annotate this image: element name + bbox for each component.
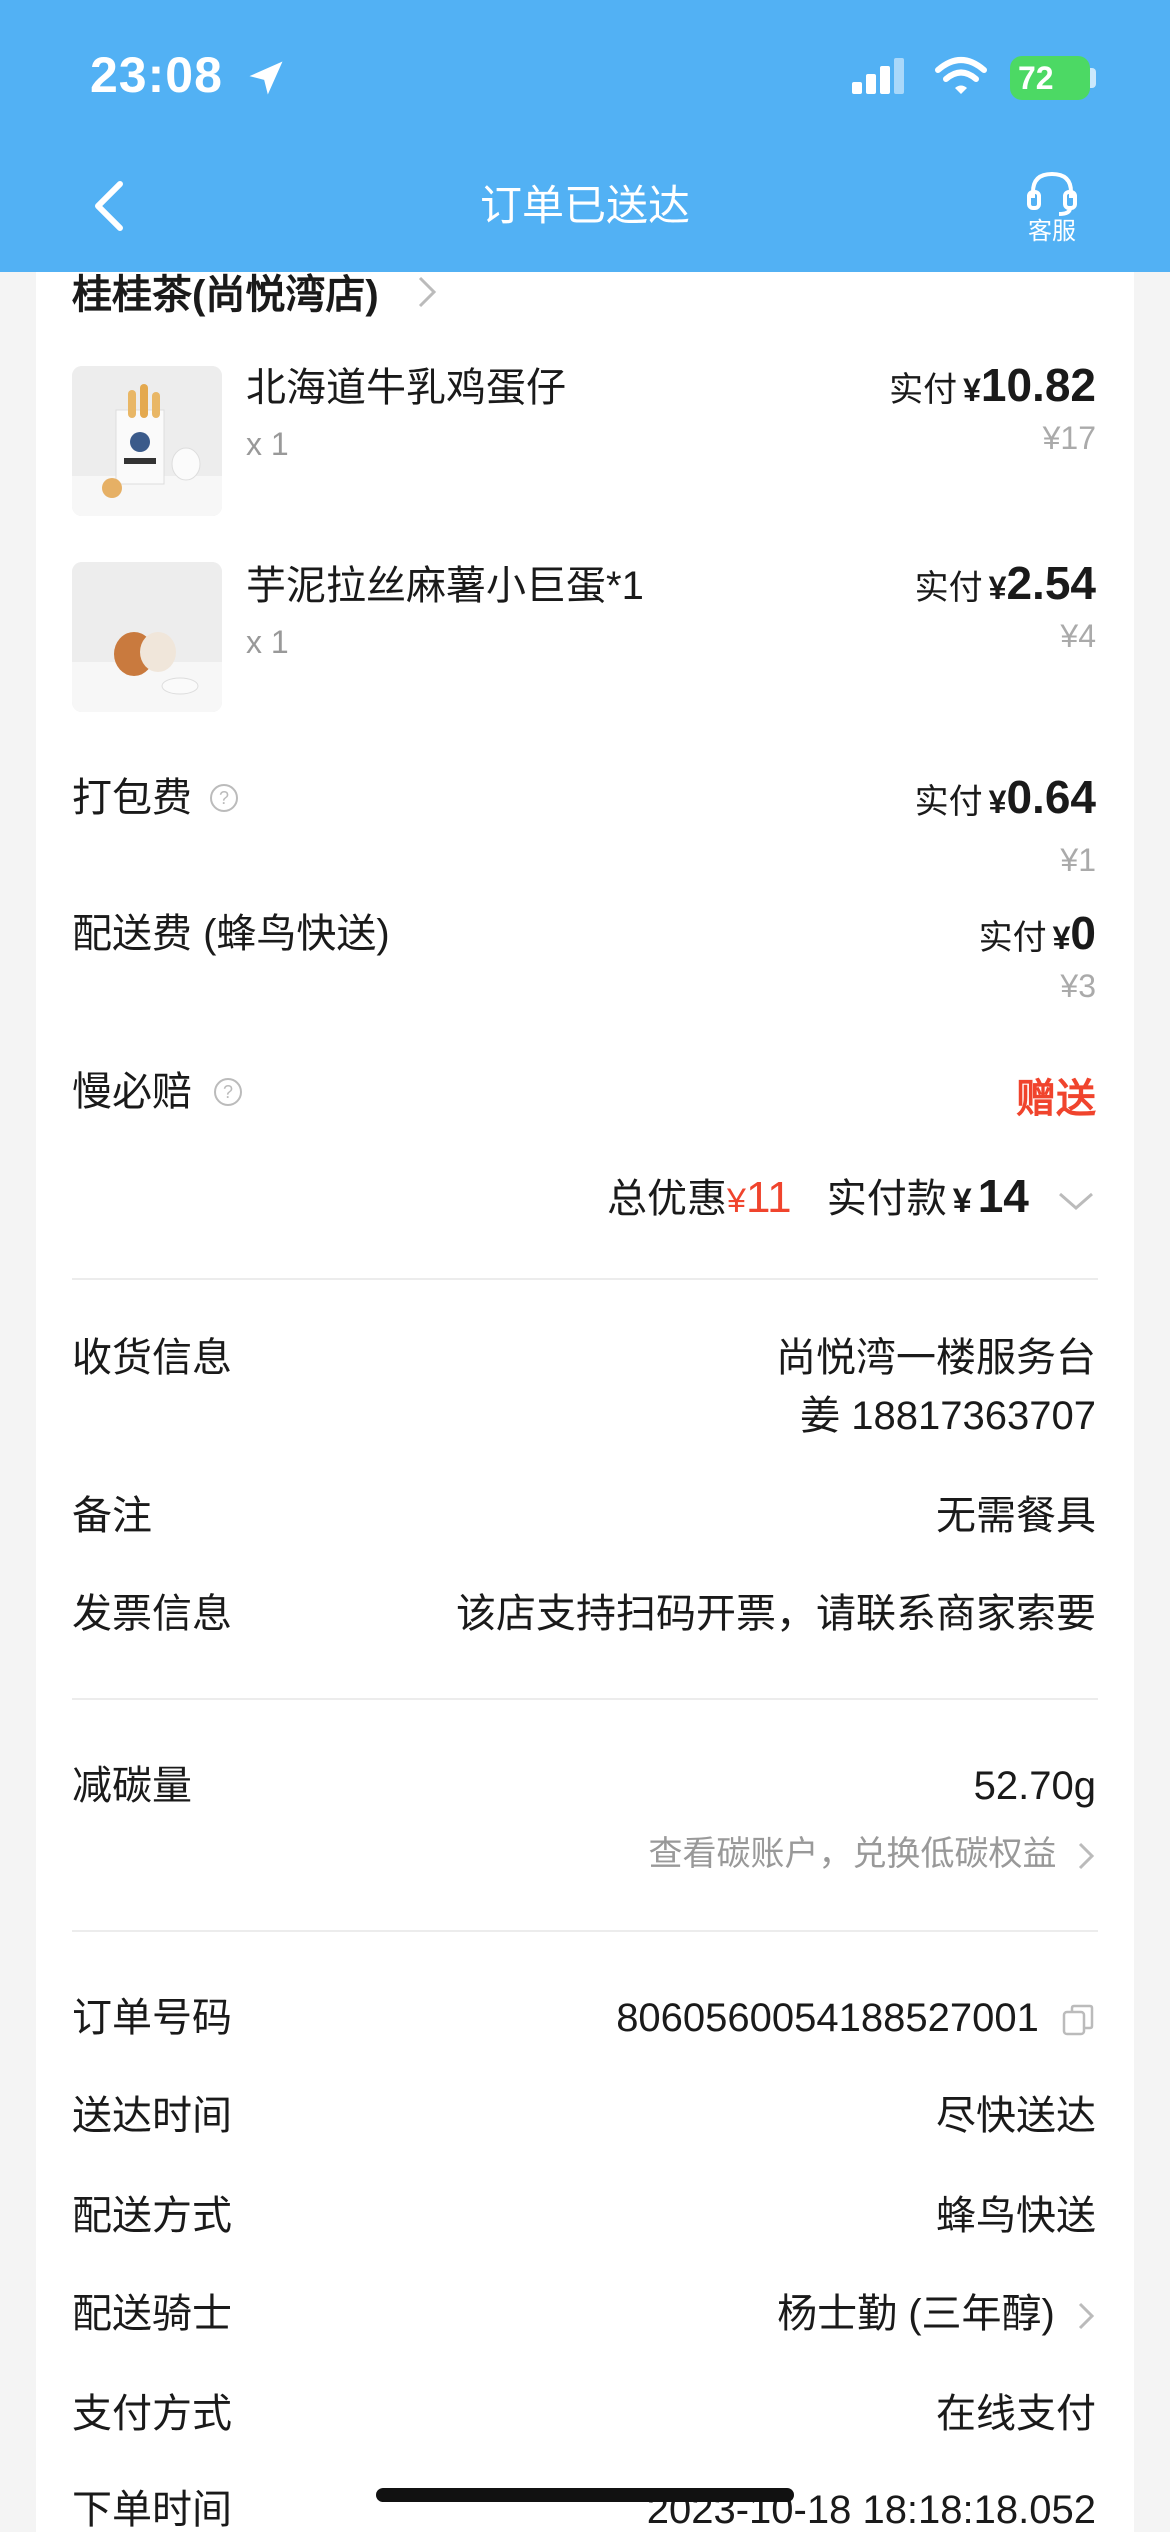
item-quantity: x 1	[246, 426, 289, 462]
arrival-time-value: 尽快送达	[936, 2094, 1096, 2138]
arrival-time-label: 送达时间	[72, 2094, 232, 2138]
payment-method-label: 支付方式	[72, 2392, 232, 2436]
paid-label: 实付	[889, 371, 958, 409]
order-number-value: 8060560054188527001	[616, 1996, 1039, 2040]
note-label: 备注	[72, 1494, 152, 1538]
paid-total-currency: ¥	[952, 1182, 972, 1220]
battery-indicator: 72	[1010, 56, 1090, 100]
note-value: 无需餐具	[936, 1494, 1096, 1538]
item-name: 芋泥拉丝麻薯小巨蛋*1	[246, 564, 644, 608]
section-divider	[72, 1278, 1098, 1280]
section-divider	[72, 1930, 1098, 1932]
rider-value[interactable]: 杨士勤 (三年醇)	[777, 2286, 1096, 2342]
order-time-label: 下单时间	[72, 2488, 232, 2532]
packing-fee-paid: 实付 ¥0.64	[915, 770, 1096, 824]
help-icon[interactable]: ?	[212, 1076, 244, 1108]
headset-icon	[1027, 171, 1077, 216]
delivery-method-value: 蜂鸟快送	[936, 2194, 1096, 2238]
status-time: 23:08	[90, 47, 223, 103]
currency-symbol: ¥	[963, 372, 981, 408]
currency-symbol: ¥	[988, 784, 1007, 820]
currency-symbol: ¥	[988, 570, 1007, 606]
delivery-fee-label: 配送费 (蜂鸟快送)	[72, 912, 390, 956]
item-paid-price: 实付 ¥10.82	[889, 358, 1096, 412]
paid-amount: 0	[1070, 907, 1096, 959]
item-original-price: ¥17	[1042, 420, 1096, 456]
receiver-info-label: 收货信息	[72, 1336, 232, 1380]
chevron-down-icon	[1059, 1193, 1093, 1211]
item-original-price: ¥4	[1060, 618, 1096, 654]
item-image-taro-mochi[interactable]	[72, 562, 222, 712]
order-number-label: 订单号码	[72, 1996, 232, 2040]
chevron-right-icon	[418, 276, 437, 308]
carbon-label: 减碳量	[72, 1764, 192, 1808]
paid-amount: 0.64	[1006, 771, 1096, 823]
carbon-account-link-text: 查看碳账户，兑换低碳权益	[648, 1835, 1057, 1873]
chevron-right-icon	[1078, 1842, 1095, 1870]
payment-method-value: 在线支付	[936, 2392, 1096, 2436]
order-summary[interactable]: 总优惠¥11 实付款 ¥14	[607, 1166, 1096, 1224]
location-arrow-icon	[249, 61, 283, 95]
paid-label: 实付	[914, 783, 983, 821]
copy-icon[interactable]	[1060, 2002, 1096, 2038]
item-paid-price: 实付 ¥2.54	[915, 556, 1096, 610]
battery-level: 72	[1018, 60, 1054, 96]
discount-currency: ¥	[727, 1182, 746, 1220]
rider-name: 杨士勤 (三年醇)	[777, 2292, 1055, 2336]
paid-total-amount: 14	[977, 1170, 1029, 1222]
slow-compensation-value: 赠送	[1016, 1077, 1096, 1121]
svg-text:?: ?	[223, 1082, 233, 1102]
delivery-method-label: 配送方式	[72, 2194, 232, 2238]
item-quantity: x 1	[246, 624, 289, 660]
delivery-fee-paid: 实付 ¥0	[979, 906, 1096, 960]
item-name: 北海道牛乳鸡蛋仔	[246, 366, 566, 410]
paid-amount: 2.54	[1006, 557, 1096, 609]
customer-service-label: 客服	[1028, 218, 1076, 245]
rider-label: 配送骑士	[72, 2292, 232, 2336]
battery-tip	[1090, 68, 1096, 88]
home-indicator[interactable]	[376, 2488, 794, 2502]
cellular-signal-icon	[852, 58, 904, 94]
wifi-icon	[935, 57, 987, 94]
packing-fee-original: ¥1	[1060, 842, 1096, 878]
discount-amount: 11	[745, 1173, 792, 1222]
chevron-right-icon	[1078, 2303, 1095, 2330]
order-number[interactable]: 8060560054188527001	[616, 1990, 1096, 2046]
customer-service-button[interactable]: 客服	[1012, 168, 1092, 246]
paid-amount: 10.82	[980, 359, 1096, 411]
packing-fee-label: 打包费	[72, 776, 192, 820]
delivery-fee-original: ¥3	[1060, 968, 1096, 1004]
header-bar: 23:08 72 订单已送达 客服	[0, 0, 1170, 272]
currency-symbol: ¥	[1052, 920, 1071, 956]
paid-total-label: 实付款	[826, 1177, 947, 1221]
discount-label: 总优惠	[607, 1177, 728, 1221]
help-icon[interactable]: ?	[208, 782, 240, 814]
carbon-value: 52.70g	[973, 1764, 1096, 1808]
receiver-address: 尚悦湾一楼服务台	[776, 1336, 1096, 1380]
paid-label: 实付	[978, 919, 1047, 957]
paid-label: 实付	[914, 569, 983, 607]
slow-compensation-label: 慢必赔	[72, 1070, 192, 1114]
section-divider	[72, 1698, 1098, 1700]
carbon-account-link[interactable]: 查看碳账户，兑换低碳权益	[649, 1826, 1096, 1875]
page-title: 订单已送达	[479, 182, 690, 229]
invoice-label: 发票信息	[72, 1592, 232, 1636]
svg-text:?: ?	[219, 788, 229, 808]
item-image-egg-waffle[interactable]	[72, 366, 222, 516]
invoice-value: 该店支持扫码开票，请联系商家索要	[456, 1592, 1096, 1636]
receiver-contact: 姜 18817363707	[800, 1394, 1096, 1438]
